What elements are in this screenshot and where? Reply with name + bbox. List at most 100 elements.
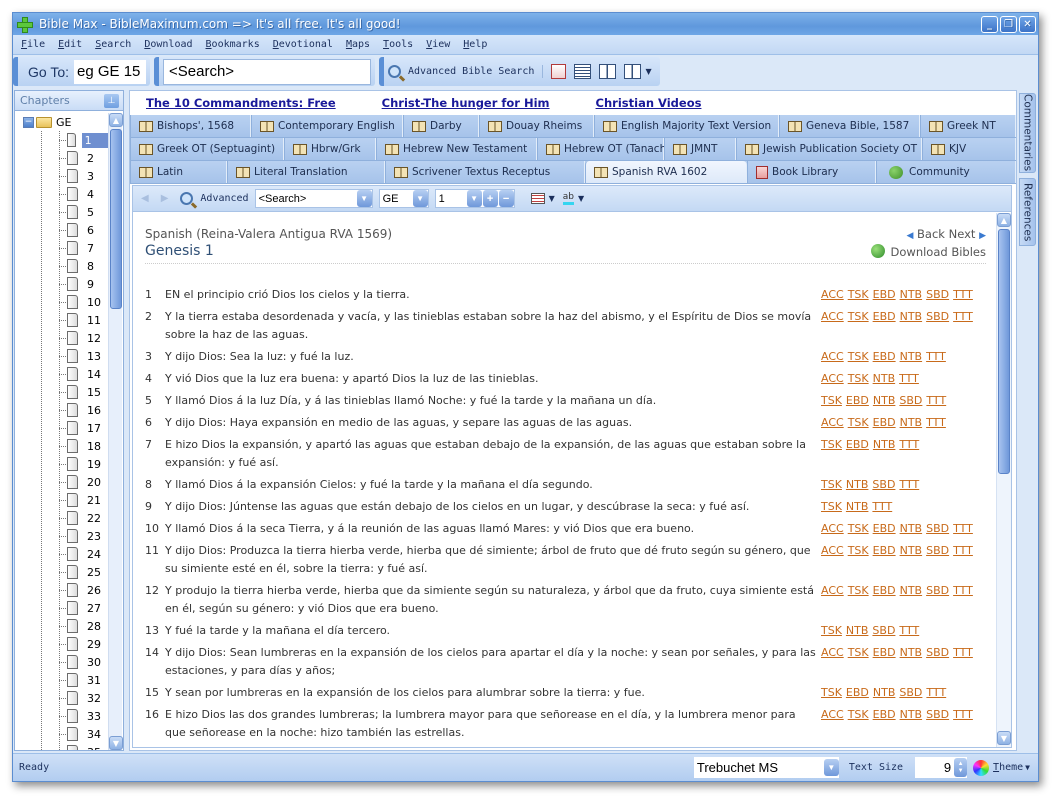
ref-link-ttt[interactable]: TTT xyxy=(872,500,892,513)
tab-literal-translation[interactable]: Literal Translation xyxy=(227,161,385,183)
tab-bishops[interactable]: Bishops', 1568 xyxy=(130,115,251,137)
side-tab-references[interactable]: References xyxy=(1019,178,1036,246)
ref-link-ebd[interactable]: EBD xyxy=(873,416,896,429)
chevron-down-icon[interactable]: ▼ xyxy=(823,759,839,776)
highlight-icon[interactable]: ab xyxy=(562,192,574,205)
ref-link-ttt[interactable]: TTT xyxy=(953,544,973,557)
ref-link-ntb[interactable]: NTB xyxy=(846,478,869,491)
ref-link-acc[interactable]: ACC xyxy=(821,646,844,659)
goto-input[interactable] xyxy=(74,59,146,84)
chapter-item[interactable]: 17 xyxy=(15,419,109,437)
ref-link-ntb[interactable]: NTB xyxy=(900,310,923,323)
back-link[interactable]: Back xyxy=(917,227,945,241)
ref-link-sbd[interactable]: SBD xyxy=(899,686,922,699)
tab-hbrw-grk[interactable]: Hbrw/Grk xyxy=(284,138,376,160)
menu-download[interactable]: Download xyxy=(144,39,192,50)
menu-help[interactable]: Help xyxy=(463,39,487,50)
chapter-item[interactable]: 5 xyxy=(15,203,109,221)
colors-dropdown-icon[interactable]: ▼ xyxy=(549,194,555,203)
ref-link-ttt[interactable]: TTT xyxy=(953,646,973,659)
advanced-label[interactable]: Advanced xyxy=(200,193,248,204)
ref-link-ntb[interactable]: NTB xyxy=(873,438,896,451)
columns-view-icon[interactable] xyxy=(599,64,617,79)
ref-link-ttt[interactable]: TTT xyxy=(953,584,973,597)
ref-link-tsk[interactable]: TSK xyxy=(848,288,869,301)
ref-link-tsk[interactable]: TSK xyxy=(848,372,869,385)
ref-link-ttt[interactable]: TTT xyxy=(899,478,919,491)
scroll-thumb[interactable] xyxy=(998,229,1010,474)
book-combo[interactable]: GE ▼ xyxy=(378,189,429,208)
tab-hebrew-nt[interactable]: Hebrew New Testament xyxy=(376,138,537,160)
ref-link-tsk[interactable]: TSK xyxy=(821,478,842,491)
chapter-item[interactable]: 11 xyxy=(15,311,109,329)
collapse-icon[interactable]: − xyxy=(23,116,34,128)
ref-link-sbd[interactable]: SBD xyxy=(926,544,949,557)
reader-search-combo[interactable]: <Search> ▼ xyxy=(254,189,373,208)
ref-link-acc[interactable]: ACC xyxy=(821,350,844,363)
chapter-item[interactable]: 19 xyxy=(15,455,109,473)
ref-link-sbd[interactable]: SBD xyxy=(926,646,949,659)
chapter-item[interactable]: 3 xyxy=(15,167,109,185)
tab-spanish-rva[interactable]: Spanish RVA 1602 xyxy=(585,161,747,183)
back-arrow-icon[interactable]: ◀ xyxy=(906,231,913,241)
menu-edit[interactable]: Edit xyxy=(58,39,82,50)
ref-link-ebd[interactable]: EBD xyxy=(873,350,896,363)
ref-link-acc[interactable]: ACC xyxy=(821,372,844,385)
chapter-item[interactable]: 2 xyxy=(15,149,109,167)
ref-link-sbd[interactable]: SBD xyxy=(926,288,949,301)
prev-chapter-icon[interactable]: − xyxy=(498,190,514,207)
ref-link-ntb[interactable]: NTB xyxy=(846,624,869,637)
ref-link-ntb[interactable]: NTB xyxy=(900,350,923,363)
promo-link-commandments[interactable]: The 10 Commandments: Free xyxy=(146,96,336,110)
chapter-item[interactable]: 24 xyxy=(15,545,109,563)
ref-link-tsk[interactable]: TSK xyxy=(848,310,869,323)
chevron-down-icon[interactable]: ▼ xyxy=(412,190,428,207)
tab-hebrew-ot[interactable]: Hebrew OT (Tanach) xyxy=(537,138,670,160)
ref-link-sbd[interactable]: SBD xyxy=(899,394,922,407)
ref-link-acc[interactable]: ACC xyxy=(821,288,844,301)
ref-link-tsk[interactable]: TSK xyxy=(821,624,842,637)
side-tab-commentaries[interactable]: Commentaries xyxy=(1019,93,1036,173)
ref-link-tsk[interactable]: TSK xyxy=(821,394,842,407)
ref-link-ebd[interactable]: EBD xyxy=(873,708,896,721)
ref-link-ebd[interactable]: EBD xyxy=(873,522,896,535)
next-chapter-icon[interactable]: + xyxy=(482,190,498,207)
tab-douay-rheims[interactable]: Douay Rheims xyxy=(479,115,594,137)
chapter-item[interactable]: 6 xyxy=(15,221,109,239)
ref-link-tsk[interactable]: TSK xyxy=(848,708,869,721)
theme-button[interactable]: Theme xyxy=(993,762,1023,773)
chevron-down-icon[interactable]: ▼ xyxy=(356,190,372,207)
ref-link-ttt[interactable]: TTT xyxy=(953,310,973,323)
menu-tools[interactable]: Tools xyxy=(383,39,413,50)
ref-link-ntb[interactable]: NTB xyxy=(846,500,869,513)
tab-greek-nt[interactable]: Greek NT xyxy=(920,115,1016,137)
ref-link-ntb[interactable]: NTB xyxy=(900,708,923,721)
chapter-item[interactable]: 8 xyxy=(15,257,109,275)
ref-link-tsk[interactable]: TSK xyxy=(821,500,842,513)
ref-link-ttt[interactable]: TTT xyxy=(899,372,919,385)
tab-jewish-publication[interactable]: Jewish Publication Society OT xyxy=(736,138,922,160)
ref-link-ttt[interactable]: TTT xyxy=(926,394,946,407)
ref-link-acc[interactable]: ACC xyxy=(821,522,844,535)
chevron-down-icon[interactable]: ▼ xyxy=(466,190,482,207)
chapter-item[interactable]: 29 xyxy=(15,635,109,653)
ref-link-acc[interactable]: ACC xyxy=(821,544,844,557)
advanced-bible-search-button[interactable]: Advanced Bible Search xyxy=(388,65,544,78)
ref-link-ebd[interactable]: EBD xyxy=(873,310,896,323)
chapter-item[interactable]: 33 xyxy=(15,707,109,725)
chapter-item[interactable]: 27 xyxy=(15,599,109,617)
nav-forward-icon[interactable]: ▶ xyxy=(161,193,169,204)
tab-geneva[interactable]: Geneva Bible, 1587 xyxy=(779,115,920,137)
chapter-item[interactable]: 10 xyxy=(15,293,109,311)
ref-link-ebd[interactable]: EBD xyxy=(873,646,896,659)
tab-english-majority[interactable]: English Majority Text Version xyxy=(594,115,779,137)
ref-link-tsk[interactable]: TSK xyxy=(848,416,869,429)
ref-link-ntb[interactable]: NTB xyxy=(900,522,923,535)
chapter-item[interactable]: 4 xyxy=(15,185,109,203)
tab-kjv[interactable]: KJV xyxy=(922,138,1016,160)
ref-link-ebd[interactable]: EBD xyxy=(846,438,869,451)
ref-link-ttt[interactable]: TTT xyxy=(926,686,946,699)
ref-link-tsk[interactable]: TSK xyxy=(848,522,869,535)
copy-icon[interactable] xyxy=(551,64,567,79)
next-arrow-icon[interactable]: ▶ xyxy=(979,231,986,241)
